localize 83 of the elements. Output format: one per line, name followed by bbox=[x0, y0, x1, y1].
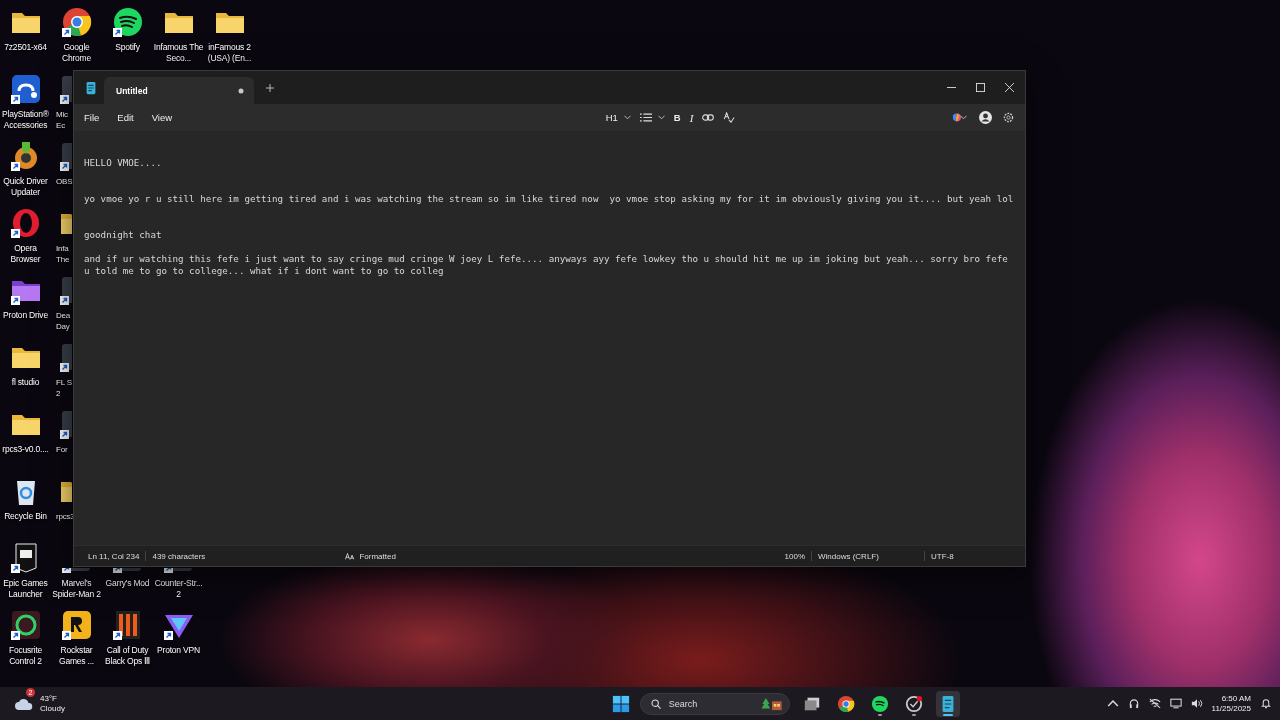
icon-label[interactable]: Rockstar Games ... bbox=[51, 645, 102, 667]
format-mode[interactable]: Formatted bbox=[359, 551, 396, 561]
text-paragraph: goodnight chat bbox=[84, 229, 163, 241]
network-icon[interactable] bbox=[1169, 698, 1182, 709]
link-icon[interactable] bbox=[702, 112, 715, 123]
italic-button[interactable]: I bbox=[689, 111, 694, 124]
icon-label[interactable]: Infa The bbox=[56, 243, 70, 265]
icon-label[interactable]: Spotify bbox=[102, 42, 153, 53]
icon-label[interactable]: 7z2501-x64 bbox=[0, 42, 51, 53]
notification-bell-icon[interactable] bbox=[1260, 698, 1272, 709]
text-format-icon bbox=[345, 552, 356, 560]
search-input[interactable]: Search bbox=[666, 697, 761, 710]
icon-label[interactable]: For bbox=[56, 444, 68, 455]
icon-label[interactable]: Google Chrome bbox=[51, 42, 102, 64]
app-icon[interactable] bbox=[9, 73, 42, 105]
icon-label[interactable]: Focusrite Control 2 bbox=[0, 645, 51, 667]
checkmark-circle-icon bbox=[904, 694, 923, 713]
caret-icon[interactable] bbox=[623, 115, 631, 120]
icon-label[interactable]: Infamous The Seco... bbox=[153, 42, 204, 64]
icon-label[interactable]: Quick Driver Updater bbox=[0, 176, 51, 198]
wifi-off-icon[interactable] bbox=[1148, 698, 1161, 709]
document-tab[interactable]: Untitled bbox=[104, 77, 254, 104]
app-icon[interactable] bbox=[9, 609, 42, 641]
clock-date[interactable]: 11/25/2025 bbox=[1211, 703, 1251, 714]
icon-label[interactable]: rpcs3-v0.0.... bbox=[0, 444, 51, 455]
spotify-icon[interactable] bbox=[111, 6, 144, 38]
list-icon[interactable] bbox=[639, 112, 652, 123]
account-icon[interactable] bbox=[979, 111, 992, 124]
weather-condition[interactable]: Cloudy bbox=[40, 703, 65, 714]
cloud-icon[interactable] bbox=[14, 696, 34, 711]
text-paragraph: and if ur watching this fefe i just want to say cringe mud cringe W joey L fefe.... anyways ayy fefe lowkey tho u should hit me up im joking but yeah... sorry bro fefe u told me to go to college... what if i dont want to go to colleg bbox=[84, 253, 1009, 277]
settings-icon[interactable] bbox=[1002, 111, 1015, 124]
caret-icon[interactable] bbox=[657, 115, 665, 120]
menu-item[interactable]: File bbox=[84, 112, 100, 123]
icon-label[interactable]: fl studio bbox=[0, 377, 51, 388]
search-icon bbox=[650, 698, 661, 709]
icon-label[interactable]: Counter-Str... 2 bbox=[153, 578, 204, 600]
icon-label[interactable]: Garry's Mod bbox=[102, 578, 153, 589]
icon-label[interactable]: OBS bbox=[56, 176, 73, 187]
icon-label[interactable]: Recycle Bin bbox=[0, 511, 51, 522]
menu-item[interactable]: View bbox=[151, 112, 173, 123]
notepad-icon bbox=[84, 80, 98, 95]
search-field[interactable]: Search bbox=[639, 692, 790, 715]
icon-label[interactable]: Epic Games Launcher bbox=[0, 578, 51, 600]
icon-label[interactable]: Call of Duty Black Ops Ⅲ bbox=[102, 645, 153, 667]
tree-icon bbox=[760, 696, 783, 711]
icon-label[interactable]: Proton Drive bbox=[0, 310, 51, 321]
new-tab-icon[interactable] bbox=[266, 83, 274, 92]
icon-label[interactable]: PlayStation® Accessories bbox=[0, 109, 51, 131]
maximize-icon[interactable] bbox=[976, 83, 985, 92]
headset-icon[interactable] bbox=[1127, 698, 1140, 709]
icon-label[interactable]: FL S 2 bbox=[56, 377, 72, 399]
menu-item[interactable]: Edit bbox=[117, 112, 134, 123]
chrome-icon[interactable] bbox=[60, 6, 93, 38]
text-paragraph: yo vmoe yo r u still here im getting tired and i was watching the stream so im like tired now yo vmoe stop asking my for it im obviously giving you it.... but yeah lol bbox=[84, 193, 1015, 205]
temperature[interactable]: 43°F bbox=[40, 693, 65, 704]
text-paragraph: HELLO VMOE.... bbox=[84, 157, 163, 169]
chrome-icon bbox=[836, 694, 855, 713]
zoom-level[interactable]: 100% bbox=[784, 551, 805, 561]
close-icon[interactable] bbox=[1005, 83, 1014, 92]
icon-label[interactable]: Proton VPN bbox=[153, 645, 204, 656]
icon-label[interactable]: Mic Ec bbox=[56, 109, 68, 131]
heading-button[interactable]: H1 bbox=[605, 112, 618, 123]
icon-label[interactable]: Dea Day bbox=[56, 310, 71, 332]
spotify-icon bbox=[870, 694, 889, 713]
encoding[interactable]: UTF-8 bbox=[931, 551, 1011, 561]
spellcheck-icon[interactable] bbox=[723, 112, 736, 123]
windows-logo-icon[interactable] bbox=[611, 694, 630, 713]
bold-button[interactable]: B bbox=[673, 112, 681, 123]
copilot-icon[interactable] bbox=[951, 112, 963, 123]
icon-label[interactable]: Marvel's Spider-Man 2 bbox=[51, 578, 102, 600]
clock-time[interactable]: 6:50 AM bbox=[1221, 693, 1251, 704]
line-ending[interactable]: Windows (CRLF) bbox=[818, 551, 918, 561]
chevron-up-icon[interactable] bbox=[1106, 698, 1119, 709]
icon-label[interactable]: inFamous 2 (USA) (En... bbox=[204, 42, 255, 64]
speaker-icon[interactable] bbox=[1190, 698, 1203, 709]
caret-icon[interactable] bbox=[960, 115, 967, 120]
app-icon[interactable] bbox=[60, 609, 93, 641]
notepad-taskbar-button[interactable] bbox=[935, 690, 960, 717]
app-icon[interactable] bbox=[9, 207, 42, 239]
cursor-position: Ln 11, Col 234 bbox=[88, 551, 140, 561]
character-count: 439 characters bbox=[152, 551, 206, 561]
icon-label[interactable]: Opera Browser bbox=[0, 243, 51, 265]
